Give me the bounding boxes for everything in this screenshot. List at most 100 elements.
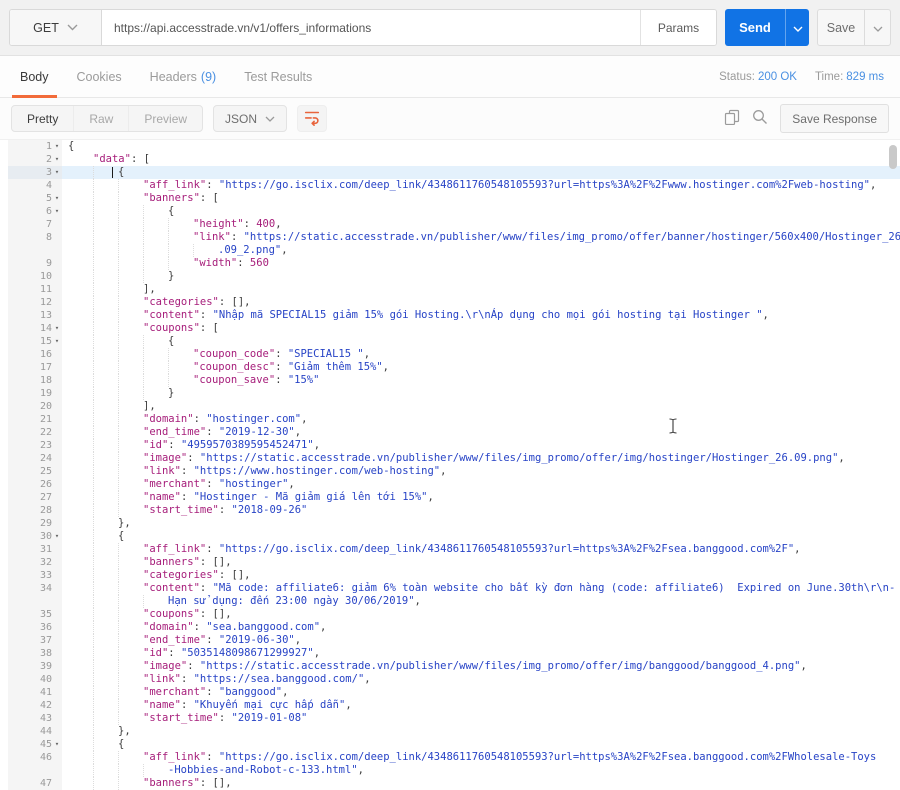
scrollbar-thumb[interactable]	[889, 145, 897, 169]
code-row[interactable]: 26 "merchant": "hostinger",	[0, 478, 900, 491]
gutter-cell: 9	[0, 257, 62, 270]
fold-arrow-icon[interactable]: ▾	[52, 153, 62, 166]
format-label: JSON	[225, 111, 258, 126]
fold-arrow-icon[interactable]: ▾	[52, 192, 62, 205]
code-row[interactable]: 47 "banners": [],	[0, 777, 900, 790]
code-row[interactable]: 36 "domain": "sea.banggood.com",	[0, 621, 900, 634]
code-row[interactable]: 8 "link": "https://static.accesstrade.vn/…	[0, 231, 900, 244]
code-row[interactable]: 24 "image": "https://static.accesstrade.v…	[0, 452, 900, 465]
code-row[interactable]: 16 "coupon_code": "SPECIAL15 ",	[0, 348, 900, 361]
code-row[interactable]: 3 ▾{	[0, 166, 900, 179]
code-row[interactable]: 34 "content": "Mã code: affiliate6: giảm …	[0, 582, 900, 595]
tab-cookies[interactable]: Cookies	[63, 56, 136, 97]
time-label: Time:	[814, 70, 844, 83]
code-area: 1 ▾{2 ▾ "data": [3 ▾{4 "aff_link": "https://g…	[0, 140, 900, 790]
send-dropdown-button[interactable]	[785, 9, 809, 46]
code-row[interactable]: 31 "aff_link": "https://go.isclix.com/dee…	[0, 543, 900, 556]
fold-arrow-icon[interactable]: ▾	[52, 322, 62, 335]
code-row[interactable]: 1 ▾ {	[0, 140, 900, 153]
code-row[interactable]: 20],	[0, 400, 900, 413]
code-row[interactable]: 14 ▾ "coupons": [	[0, 322, 900, 335]
fold-arrow-icon[interactable]: ▾	[52, 166, 62, 179]
code-row[interactable]: 37 "end_time": "2019-06-30",	[0, 634, 900, 647]
chevron-down-icon	[873, 20, 883, 35]
fold-arrow-icon[interactable]: ▾	[52, 738, 62, 751]
response-body-editor[interactable]: 1 ▾{2 ▾ "data": [3 ▾{4 "aff_link": "https://g…	[0, 140, 900, 790]
code-row[interactable]: 27 "name": "Hostinger - Mã giảm giá lên t…	[0, 491, 900, 504]
copy-button[interactable]	[724, 109, 740, 128]
code-row[interactable]: 2 ▾ "data": [	[0, 153, 900, 166]
line-number: 31	[39, 544, 52, 555]
line-number: 45	[39, 739, 52, 750]
line-number: 22	[39, 427, 52, 438]
code-row[interactable]: 43 "start_time": "2019-01-08"	[0, 712, 900, 725]
pretty-button[interactable]: Pretty	[12, 106, 75, 131]
code-row[interactable]: 9 "width": 560	[0, 257, 900, 270]
tab-headers[interactable]: Headers (9)	[136, 56, 231, 97]
tab-body[interactable]: Body	[6, 56, 63, 98]
code-row[interactable]: 13 "content": "Nhập mã SPECIAL15 giảm 15%…	[0, 309, 900, 322]
indent-guide	[143, 361, 168, 374]
code-row[interactable]: 18 "coupon_save": "15%"	[0, 374, 900, 387]
params-button[interactable]: Params	[640, 10, 716, 45]
code-row[interactable]: 44},	[0, 725, 900, 738]
format-select[interactable]: JSON	[213, 105, 288, 132]
code-row[interactable]: 15 ▾{	[0, 335, 900, 348]
tab-test-results[interactable]: Test Results	[230, 56, 326, 97]
code-row[interactable]: 21 "domain": "hostinger.com",	[0, 413, 900, 426]
code-row[interactable]: 39 "image": "https://static.accesstrade.v…	[0, 660, 900, 673]
gutter-cell: 45 ▾	[0, 738, 62, 751]
fold-arrow-icon[interactable]: ▾	[52, 140, 62, 153]
code-row[interactable]: 22 "end_time": "2019-12-30",	[0, 426, 900, 439]
fold-arrow-icon[interactable]: ▾	[52, 530, 62, 543]
code-row[interactable]: 45 ▾{	[0, 738, 900, 751]
code-row[interactable]: 41 "merchant": "banggood",	[0, 686, 900, 699]
gutter-cell: 23	[0, 439, 62, 452]
gutter-cell: 20	[0, 400, 62, 413]
code-row[interactable]: 33 "categories": [],	[0, 569, 900, 582]
code-row[interactable]: 38 "id": "5035148098671299927",	[0, 647, 900, 660]
fold-arrow-icon[interactable]: ▾	[52, 335, 62, 348]
code-row[interactable]: 32 "banners": [],	[0, 556, 900, 569]
indent-guide	[68, 686, 93, 699]
code-row[interactable]: 28 "start_time": "2018-09-26"	[0, 504, 900, 517]
save-dropdown-button[interactable]	[864, 10, 890, 45]
indent-guide	[93, 179, 118, 192]
code-row[interactable]: 12 "categories": [],	[0, 296, 900, 309]
code-row[interactable]: 23 "id": "4959570389595452471",	[0, 439, 900, 452]
code-row[interactable]: 5 ▾ "banners": [	[0, 192, 900, 205]
code-row[interactable]: 10}	[0, 270, 900, 283]
code-row[interactable]: .09_2.png",	[0, 244, 900, 257]
code-row[interactable]: Hạn sử dụng: đến 23:00 ngày 30/06/2019",	[0, 595, 900, 608]
code-row[interactable]: 46 "aff_link": "https://go.isclix.com/dee…	[0, 751, 900, 764]
code-row[interactable]: 25 "link": "https://www.hostinger.com/web…	[0, 465, 900, 478]
line-number: 12	[39, 297, 52, 308]
fold-arrow-icon[interactable]: ▾	[52, 205, 62, 218]
search-button[interactable]	[752, 109, 768, 128]
raw-button[interactable]: Raw	[74, 106, 130, 131]
code-row[interactable]: 7 "height": 400,	[0, 218, 900, 231]
url-input[interactable]	[102, 10, 640, 45]
code-row[interactable]: 42 "name": "Khuyến mại cực hấp dẫn",	[0, 699, 900, 712]
code-row[interactable]: 35 "coupons": [],	[0, 608, 900, 621]
code-row[interactable]: 6 ▾{	[0, 205, 900, 218]
save-response-button[interactable]: Save Response	[780, 104, 889, 133]
code-row[interactable]: 29},	[0, 517, 900, 530]
code-row[interactable]: 17 "coupon_desc": "Giảm thêm 15%",	[0, 361, 900, 374]
code-row[interactable]: 19}	[0, 387, 900, 400]
code-row[interactable]: 30 ▾{	[0, 530, 900, 543]
code-row[interactable]: -Hobbies-and-Robot-c-133.html",	[0, 764, 900, 777]
gutter-cell: 8	[0, 231, 62, 244]
indent-guide	[93, 465, 118, 478]
send-button[interactable]: Send	[725, 9, 785, 46]
code-row[interactable]: 40 "link": "https://sea.banggood.com/",	[0, 673, 900, 686]
method-select[interactable]: GET	[10, 10, 102, 45]
wrap-text-button[interactable]	[297, 105, 328, 132]
code-row[interactable]: 4 "aff_link": "https://go.isclix.com/deep…	[0, 179, 900, 192]
save-button[interactable]: Save	[818, 10, 864, 45]
scrollbar-track[interactable]	[888, 142, 898, 788]
preview-button[interactable]: Preview	[129, 106, 202, 131]
code-row[interactable]: 11],	[0, 283, 900, 296]
line-number: 34	[39, 583, 52, 594]
indent-guide	[118, 205, 143, 218]
